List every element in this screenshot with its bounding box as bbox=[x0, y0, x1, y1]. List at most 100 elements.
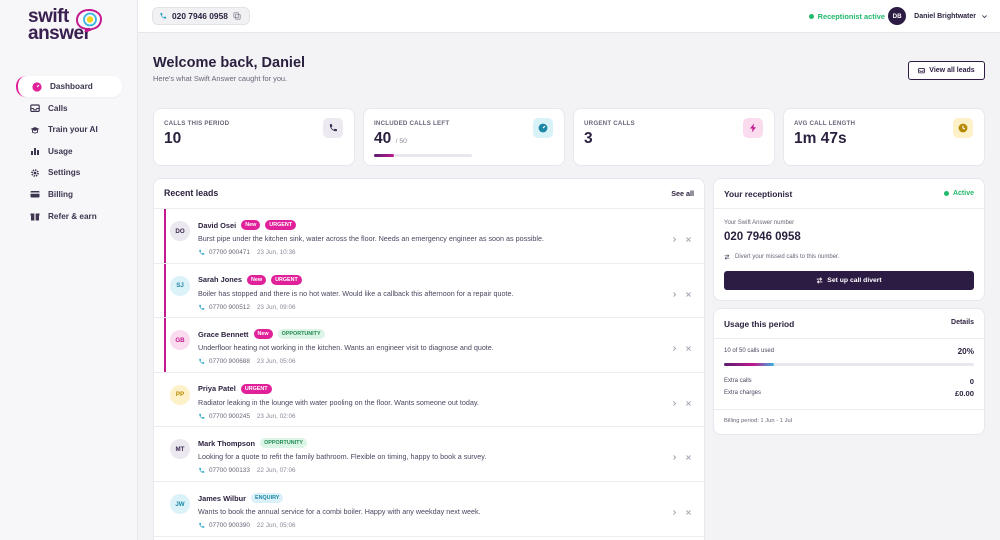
close-icon[interactable] bbox=[685, 509, 692, 516]
phone-number-pill[interactable]: 020 7946 0958 bbox=[152, 7, 250, 25]
sidebar-item-label: Dashboard bbox=[50, 82, 93, 91]
brand-logo[interactable]: swift answer bbox=[28, 7, 118, 52]
set-up-call-divert-button[interactable]: Set up call divert bbox=[724, 271, 974, 290]
lead-row[interactable]: GB Grace Bennett New OPPORTUNITY Underfloo… bbox=[154, 318, 704, 373]
stat-value-number: 40 bbox=[374, 130, 392, 147]
phone-icon bbox=[199, 522, 205, 528]
close-icon[interactable] bbox=[685, 236, 692, 243]
phone-icon bbox=[199, 468, 205, 474]
lead-row[interactable]: DO David Osei New URGENT Burst pipe under … bbox=[154, 209, 704, 264]
usage-title: Usage this period bbox=[724, 319, 795, 329]
sidebar-item-train-your-ai[interactable]: Train your AI bbox=[16, 119, 122, 140]
status-badge: Active bbox=[943, 190, 974, 197]
stat-value: 40 / 50 bbox=[374, 130, 407, 148]
stat-card-calls-this-period: CALLS THIS PERIOD 10 bbox=[153, 108, 355, 166]
divider bbox=[714, 338, 984, 339]
sidebar-item-settings[interactable]: Settings bbox=[16, 162, 122, 183]
view-all-leads-label: View all leads bbox=[929, 67, 975, 74]
lead-time: 22 Jun, 05:06 bbox=[256, 522, 296, 529]
stat-value-suffix: / 50 bbox=[395, 138, 407, 145]
phone-icon bbox=[199, 304, 205, 310]
sidebar-item-usage[interactable]: Usage bbox=[16, 141, 122, 162]
see-all-link[interactable]: See all bbox=[671, 189, 694, 198]
sidebar-item-label: Usage bbox=[48, 146, 73, 156]
extra-calls-label: Extra calls bbox=[724, 378, 752, 384]
stat-label: AVG CALL LENGTH bbox=[794, 120, 856, 127]
divert-hint-text: Divert your missed calls to this number. bbox=[735, 254, 840, 260]
stat-label: CALLS THIS PERIOD bbox=[164, 120, 230, 127]
lead-name: Sarah Jones New URGENT bbox=[198, 274, 302, 285]
chevron-right-icon[interactable] bbox=[671, 236, 678, 243]
usage-progress bbox=[724, 363, 974, 366]
swap-arrows-icon bbox=[816, 277, 823, 284]
stat-card-urgent-calls: URGENT CALLS 3 bbox=[573, 108, 775, 166]
close-icon[interactable] bbox=[685, 345, 692, 352]
avatar: MT bbox=[170, 439, 190, 460]
inbox-icon bbox=[918, 67, 926, 74]
avatar: DO bbox=[170, 221, 190, 241]
page-title: Welcome back, Daniel bbox=[153, 55, 306, 71]
close-icon[interactable] bbox=[685, 291, 692, 298]
stat-value: 3 bbox=[584, 130, 593, 147]
lead-phone[interactable]: 07700 900512 bbox=[209, 304, 250, 311]
included-calls-progress-fill bbox=[374, 154, 394, 157]
speech-bubble-logo-icon bbox=[75, 8, 103, 32]
status-dot-icon bbox=[808, 14, 814, 19]
clock-icon bbox=[953, 118, 973, 138]
user-menu[interactable]: DB Daniel Brightwater bbox=[888, 7, 988, 25]
usage-progress-fill bbox=[724, 363, 774, 366]
chevron-right-icon[interactable] bbox=[671, 509, 678, 516]
gear-icon bbox=[30, 168, 40, 178]
usage-details-link[interactable]: Details bbox=[951, 319, 974, 326]
chevron-right-icon[interactable] bbox=[671, 291, 678, 298]
lead-message: Underfloor heating not working in the ki… bbox=[198, 343, 494, 353]
lead-phone[interactable]: 07700 900245 bbox=[209, 413, 250, 420]
close-icon[interactable] bbox=[685, 400, 692, 407]
lead-phone[interactable]: 07700 900688 bbox=[209, 358, 250, 365]
chevron-right-icon[interactable] bbox=[671, 400, 678, 407]
lead-meta: 07700 900245 23 Jun, 02:06 bbox=[198, 413, 296, 420]
receptionist-number: 020 7946 0958 bbox=[724, 231, 801, 243]
extra-charges-value: £0.00 bbox=[954, 389, 974, 398]
lead-name: Mark Thompson OPPORTUNITY bbox=[198, 438, 308, 449]
stat-value: 10 bbox=[164, 130, 182, 147]
sidebar-item-billing[interactable]: Billing bbox=[16, 184, 122, 205]
lead-phone[interactable]: 07700 900133 bbox=[209, 467, 250, 474]
lead-name-text: Mark Thompson bbox=[198, 438, 256, 448]
lead-row[interactable]: MT Mark Thompson OPPORTUNITY Looking for … bbox=[154, 427, 704, 482]
phone-icon bbox=[323, 118, 343, 138]
lead-name: David Osei New URGENT bbox=[198, 220, 297, 230]
lead-badge: URGENT bbox=[271, 274, 302, 285]
chevron-right-icon[interactable] bbox=[671, 345, 678, 352]
lead-time: 23 Jun, 10:36 bbox=[256, 249, 296, 256]
phone-icon bbox=[160, 12, 167, 19]
lead-phone[interactable]: 07700 900390 bbox=[209, 522, 250, 529]
view-all-leads-button[interactable]: View all leads bbox=[908, 61, 985, 80]
lead-row[interactable]: SJ Sarah Jones New URGENT Boiler has stopp… bbox=[154, 263, 704, 319]
gauge-icon bbox=[533, 118, 553, 138]
brand-line-2: answer bbox=[28, 23, 91, 44]
stat-card-included-calls-left: INCLUDED CALLS LEFT 40 / 50 bbox=[363, 108, 565, 166]
lead-row[interactable]: PP Priya Patel URGENT Radiator leaking in… bbox=[154, 373, 704, 428]
lead-message: Radiator leaking in the lounge with wate… bbox=[198, 397, 479, 407]
lead-row[interactable]: JW James Wilbur ENQUIRY Wants to book the… bbox=[154, 482, 704, 537]
phone-number-text: 020 7946 0958 bbox=[172, 11, 228, 21]
phone-icon bbox=[199, 413, 205, 419]
lead-name-text: Sarah Jones bbox=[198, 275, 242, 285]
close-icon[interactable] bbox=[685, 454, 692, 461]
lead-name: Grace Bennett New OPPORTUNITY bbox=[198, 329, 325, 340]
sidebar-item-refer-earn[interactable]: Refer & earn bbox=[16, 206, 122, 227]
lead-time: 22 Jun, 07:06 bbox=[256, 467, 296, 475]
avatar: PP bbox=[170, 384, 190, 405]
sidebar-item-dashboard[interactable]: Dashboard bbox=[16, 76, 122, 97]
sidebar: swift answer Dashboard Calls Train your bbox=[0, 0, 138, 540]
dashboard-icon bbox=[32, 81, 42, 92]
chevron-right-icon[interactable] bbox=[671, 454, 678, 461]
brand-wordmark: swift answer bbox=[28, 7, 118, 44]
extra-charges-label: Extra charges bbox=[724, 390, 762, 396]
lead-name-text: David Osei bbox=[198, 220, 237, 230]
receptionist-status: Receptionist active bbox=[808, 12, 885, 21]
copy-icon[interactable] bbox=[233, 12, 241, 20]
lead-phone[interactable]: 07700 900471 bbox=[209, 249, 250, 256]
sidebar-item-calls[interactable]: Calls bbox=[16, 98, 122, 119]
